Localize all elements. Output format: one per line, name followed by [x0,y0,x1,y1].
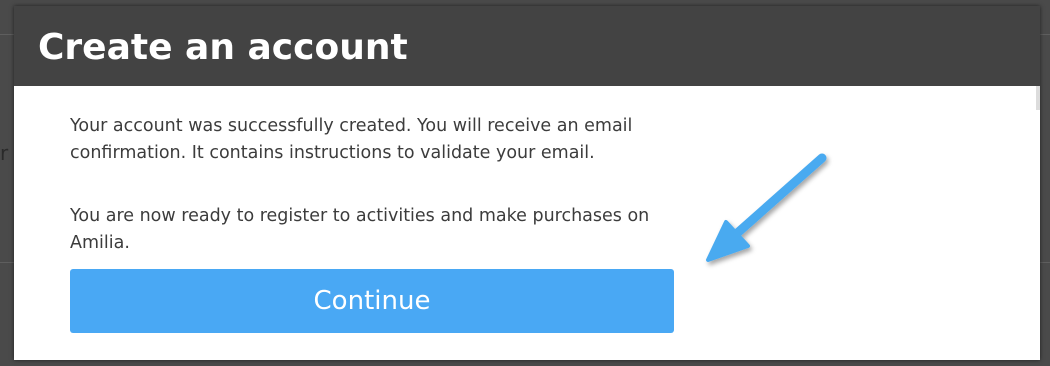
create-account-dialog: Create an account Your account was succe… [14,6,1040,360]
backdrop-text-fragment: r [0,141,9,165]
arrow-pointing-down-left-icon [706,153,827,262]
backdrop-divider [0,262,14,263]
continue-button[interactable]: Continue [70,269,674,333]
dialog-header: Create an account [14,6,1040,86]
dialog-scrollbar[interactable] [1036,86,1040,110]
backdrop-divider [1040,34,1050,35]
dialog-title: Create an account [38,27,408,68]
backdrop-divider [0,34,14,35]
arrow-shaft [729,153,827,241]
backdrop-divider [1040,262,1050,263]
ready-message: You are now ready to register to activit… [70,206,650,253]
success-message: Your account was successfully created. Y… [70,116,633,163]
screenshot-stage: r Create an account Your account was suc… [0,0,1050,366]
